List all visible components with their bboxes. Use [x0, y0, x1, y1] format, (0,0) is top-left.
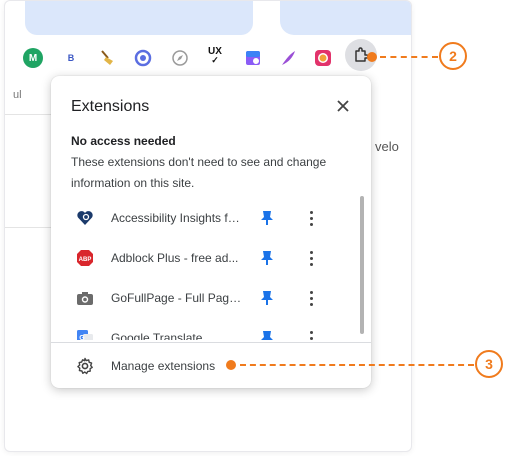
extension-name[interactable]: Accessibility Insights fo...	[111, 211, 243, 225]
b-icon-label: B	[67, 53, 75, 63]
ux-check-glyph: ✓	[211, 55, 219, 65]
list-item[interactable]: G Google Translate	[51, 320, 351, 340]
section-title: No access needed	[71, 134, 176, 148]
q-icon[interactable]	[133, 48, 153, 68]
pin-icon	[261, 251, 273, 265]
more-options-button[interactable]	[304, 328, 318, 340]
manage-extensions-label: Manage extensions	[111, 359, 216, 373]
scrollbar-thumb[interactable]	[360, 196, 364, 334]
mm-icon-label: M	[28, 52, 38, 64]
broom-icon[interactable]	[97, 48, 117, 68]
page-text-left: ul	[13, 89, 22, 101]
pin-button[interactable]	[258, 249, 276, 267]
pin-icon	[261, 291, 273, 305]
close-icon	[337, 100, 349, 112]
pin-icon	[261, 211, 273, 225]
svg-text:ABP: ABP	[79, 257, 92, 263]
callout-number-3: 3	[475, 350, 503, 378]
close-button[interactable]	[333, 96, 353, 116]
extension-name[interactable]: Adblock Plus - free ad...	[111, 251, 243, 265]
translate-icon: G	[76, 329, 94, 340]
pin-button[interactable]	[258, 209, 276, 227]
callout-line	[380, 56, 438, 58]
more-options-button[interactable]	[304, 248, 318, 268]
address-bar[interactable]	[280, 1, 411, 35]
pin-button[interactable]	[258, 329, 276, 340]
feather-icon[interactable]	[278, 48, 298, 68]
camera-ring-icon[interactable]	[313, 48, 333, 68]
mm-icon[interactable]: M	[23, 48, 43, 68]
section-description: These extensions don't need to see and c…	[71, 155, 327, 190]
compass-icon[interactable]	[170, 48, 190, 68]
extensions-popup: Extensions No access needed These extens…	[51, 76, 371, 388]
callout-line	[240, 364, 474, 366]
heart-magnifier-icon	[76, 209, 94, 227]
callout-dot	[367, 52, 377, 62]
extension-list[interactable]: Accessibility Insights fo... ABP Adblock…	[51, 200, 371, 340]
more-options-button[interactable]	[304, 288, 318, 308]
camera-icon	[76, 289, 94, 307]
tab-strip[interactable]	[25, 1, 253, 35]
list-item[interactable]: Accessibility Insights fo...	[51, 200, 351, 240]
calendar-icon[interactable]	[243, 48, 263, 68]
gear-icon	[77, 357, 93, 375]
scrollbar[interactable]	[356, 196, 368, 346]
ux-icon[interactable]: UX ✓	[205, 46, 225, 66]
abp-icon: ABP	[76, 249, 94, 267]
pin-icon	[261, 331, 273, 340]
pin-button[interactable]	[258, 289, 276, 307]
extension-name[interactable]: GoFullPage - Full Page...	[111, 291, 243, 305]
callout-dot	[226, 360, 236, 370]
popup-title: Extensions	[71, 98, 150, 115]
list-item[interactable]: GoFullPage - Full Page...	[51, 280, 351, 320]
b-icon[interactable]: B	[61, 48, 81, 68]
list-item[interactable]: ABP Adblock Plus - free ad...	[51, 240, 351, 280]
svg-text:G: G	[79, 335, 85, 340]
extension-name[interactable]: Google Translate	[111, 331, 243, 340]
more-options-button[interactable]	[304, 208, 318, 228]
page-text-right: velo	[375, 139, 399, 154]
callout-number-2: 2	[439, 42, 467, 70]
